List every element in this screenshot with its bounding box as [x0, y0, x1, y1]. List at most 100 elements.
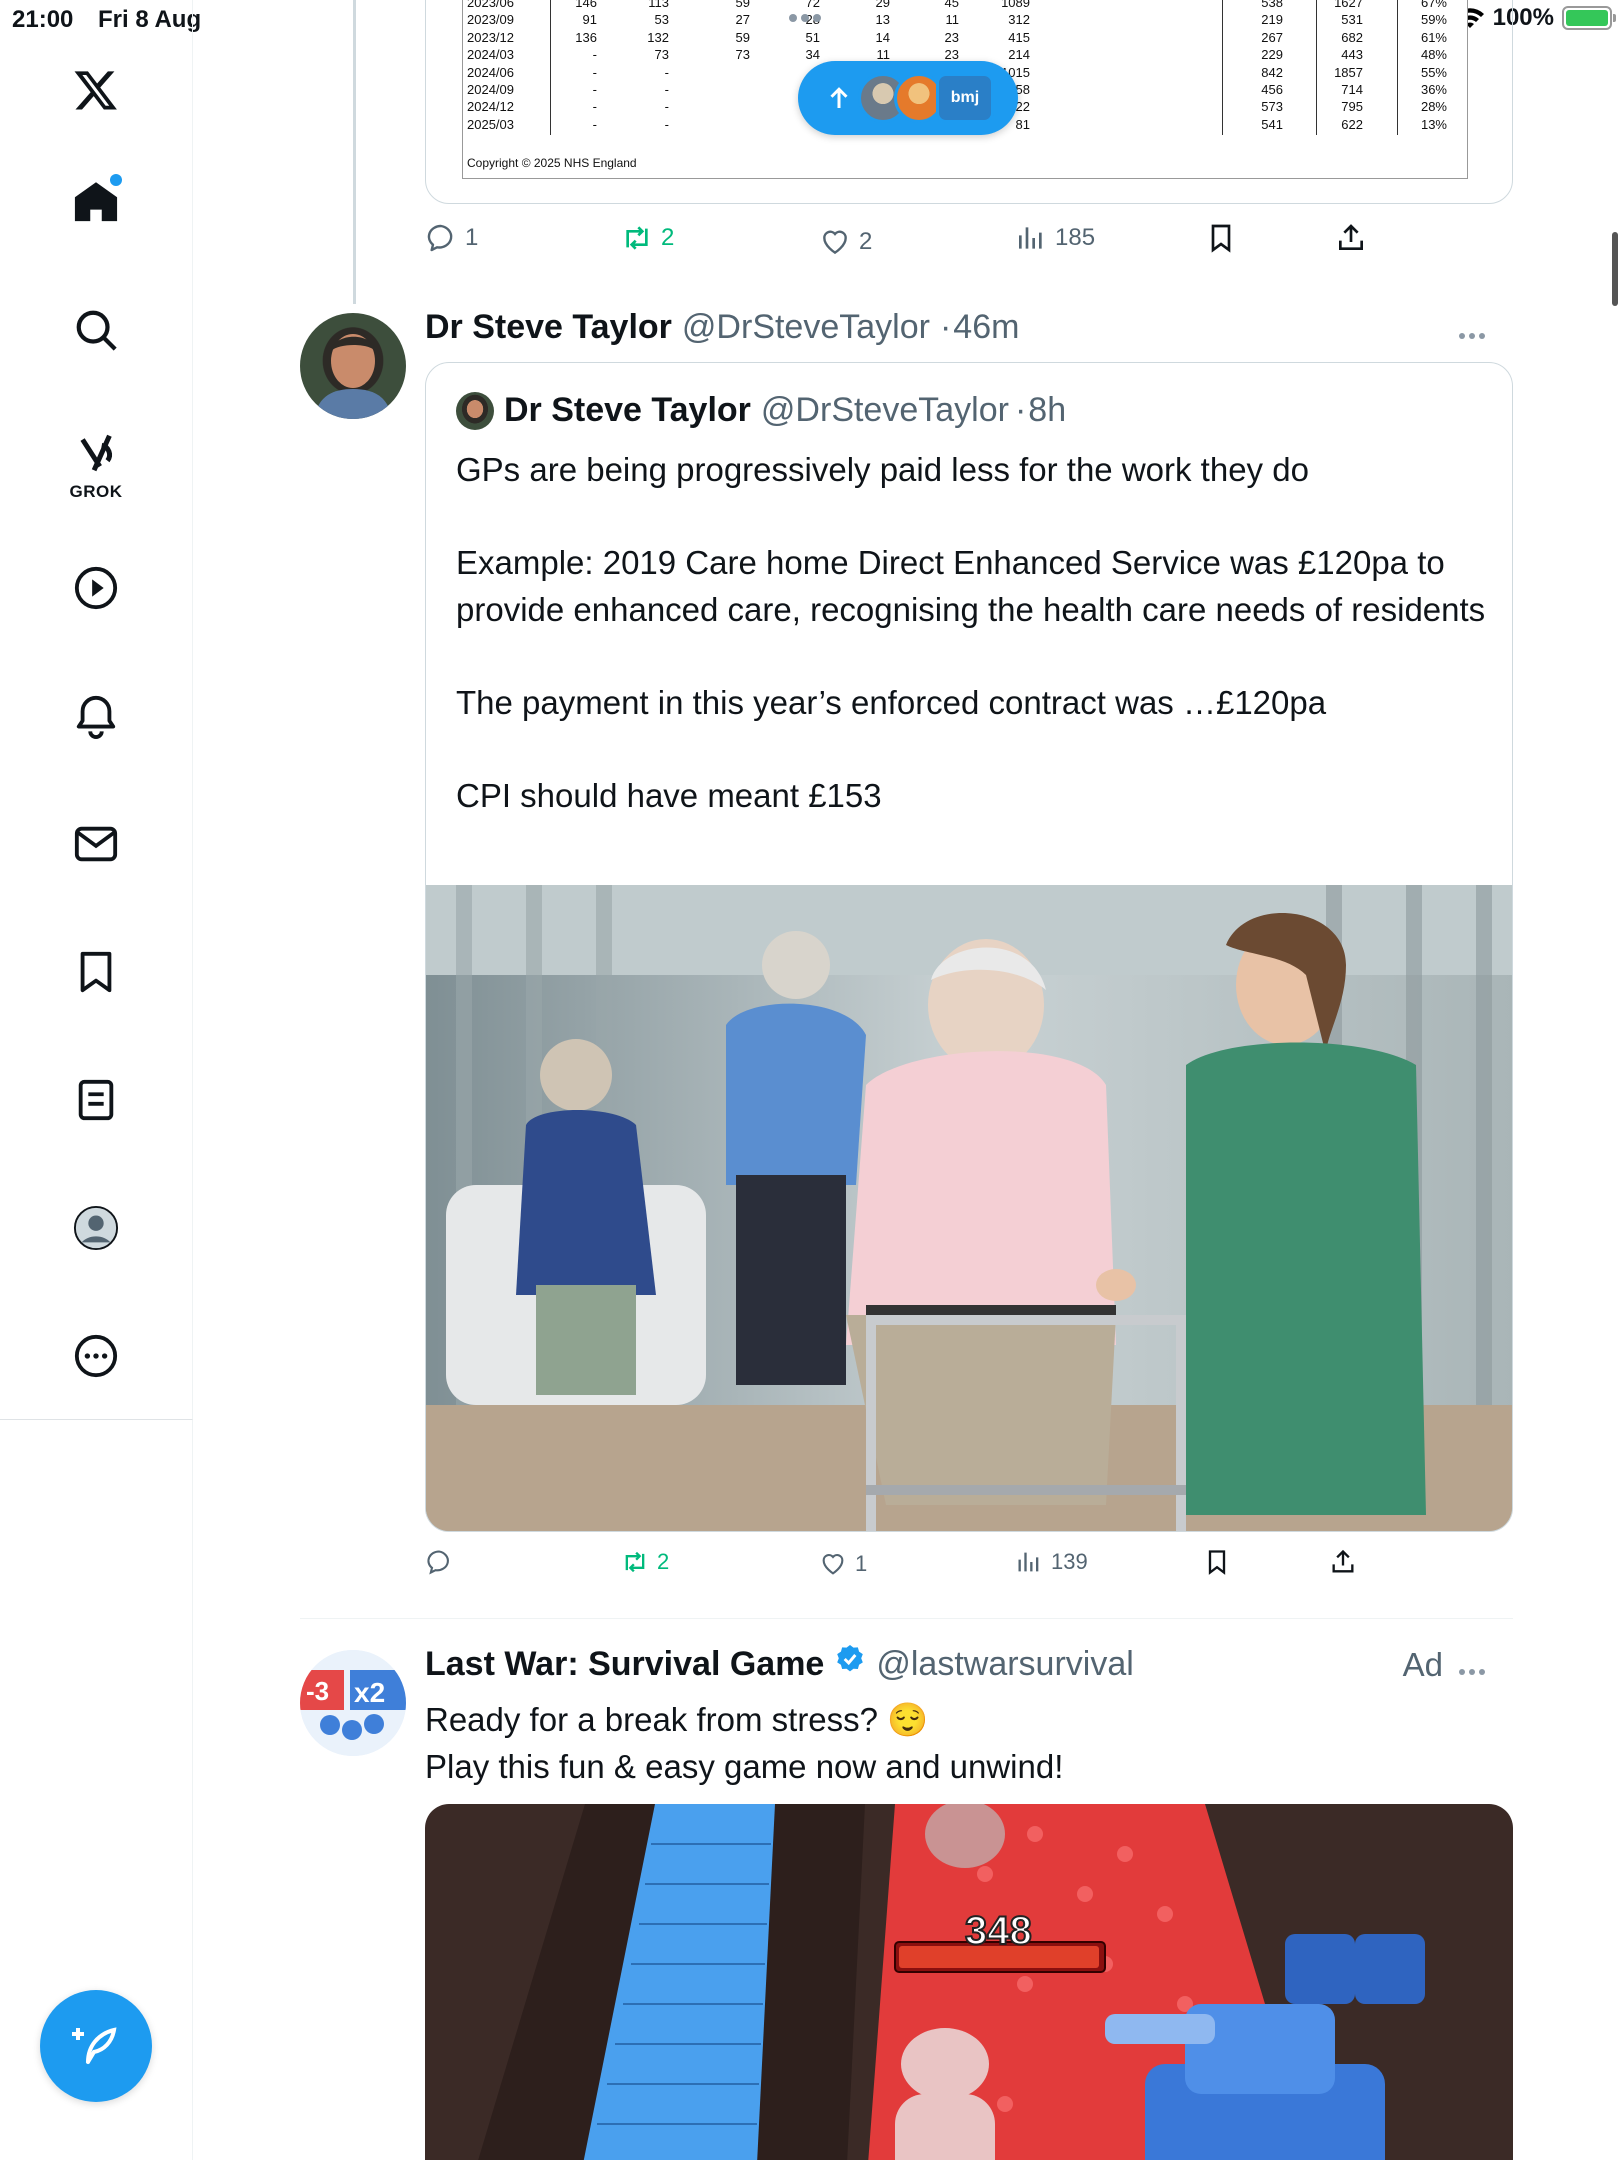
- table-cell: 113: [648, 0, 669, 10]
- views-button[interactable]: 185: [1015, 222, 1095, 254]
- quote-author-handle: @DrSteveTaylor: [760, 391, 1009, 429]
- table-cell: 2024/03: [467, 47, 514, 63]
- avatar-badge-right: x2: [354, 1677, 385, 1708]
- views-icon: [1018, 1552, 1039, 1572]
- timeline: 2023/06 146 113 59 72 29 45 1089 538 1627 67% 2023/…: [193, 0, 1513, 2160]
- sidebar-item-messages[interactable]: [56, 804, 136, 884]
- table-cell: -: [664, 81, 669, 97]
- table-cell: 443: [1341, 47, 1363, 63]
- table-cell: -: [592, 99, 597, 115]
- table-cell: 312: [1008, 12, 1030, 28]
- bookmark-button[interactable]: [1205, 222, 1237, 254]
- author-name[interactable]: Dr Steve Taylor: [425, 308, 672, 347]
- tweet-timestamp[interactable]: 46m: [953, 308, 1019, 347]
- table-cell: 14: [875, 29, 890, 45]
- copyright-text: Copyright © 2025 NHS England: [467, 156, 637, 170]
- like-count: 1: [855, 1551, 868, 1576]
- reply-button[interactable]: 1: [425, 222, 478, 254]
- table-cell: 714: [1341, 81, 1363, 97]
- table-cell: 267: [1261, 29, 1283, 45]
- more-options-button[interactable]: [1459, 1662, 1493, 1675]
- avatar[interactable]: -3 x2: [300, 1650, 406, 1756]
- home-icon: [74, 182, 118, 222]
- heart-icon: [823, 230, 847, 255]
- reply-count: 1: [465, 224, 479, 251]
- search-icon: [76, 310, 117, 351]
- sidebar-item-lists[interactable]: [56, 1060, 136, 1140]
- views-icon: [1019, 227, 1042, 249]
- list-icon: [78, 1079, 114, 1121]
- table-cell: 29: [875, 0, 890, 10]
- like-button[interactable]: 1: [819, 1550, 867, 1578]
- game-illustration: +2 348: [425, 1804, 1513, 2160]
- sidebar-item-notifications[interactable]: [56, 676, 136, 756]
- bmj-avatar: bmj: [936, 73, 994, 123]
- sidebar-item-bookmarks[interactable]: [56, 932, 136, 1012]
- play-icon: [74, 566, 118, 610]
- sidebar-item-video[interactable]: [56, 548, 136, 628]
- table-cell: 13: [875, 12, 890, 28]
- views-button[interactable]: 139: [1015, 1548, 1088, 1576]
- author-handle[interactable]: @DrSteveTaylor: [682, 308, 930, 347]
- tweet-divider: [300, 1618, 1513, 1619]
- avatar[interactable]: [300, 313, 406, 419]
- table-cell: 48%: [1420, 47, 1447, 63]
- mail-icon: [74, 826, 118, 862]
- share-button[interactable]: [1329, 1548, 1357, 1576]
- tweet-header: Last War: Survival Game @lastwarsurvival: [425, 1643, 1134, 1684]
- more-options-button[interactable]: [1459, 326, 1493, 339]
- ad-label: Ad: [1402, 1646, 1443, 1683]
- table-cell: 23: [944, 29, 959, 45]
- repost-button[interactable]: 2: [621, 1548, 669, 1576]
- bookmark-button[interactable]: [1203, 1548, 1231, 1576]
- photo-illustration: [426, 885, 1512, 1531]
- quote-header: Dr Steve Taylor @DrSteveTaylor · 8h: [456, 391, 1066, 430]
- table-cell: 531: [1341, 12, 1363, 28]
- sidebar-item-grok[interactable]: GROK: [56, 416, 136, 506]
- table-cell: 2024/06: [467, 64, 514, 80]
- table-cell: 1857: [1334, 64, 1363, 80]
- table-cell: -: [592, 81, 597, 97]
- table-cell: 59%: [1420, 12, 1447, 28]
- bookmark-icon: [80, 951, 112, 993]
- compose-icon: [72, 2027, 117, 2064]
- table-cell: 415: [1008, 29, 1030, 45]
- arrow-up-icon: [830, 87, 848, 108]
- x-logo-icon[interactable]: [56, 50, 136, 130]
- table-cell: 23: [944, 47, 959, 63]
- quote-tweet-card[interactable]: Dr Steve Taylor @DrSteveTaylor · 8h GPs …: [425, 362, 1513, 1532]
- compose-button[interactable]: [40, 1990, 152, 2102]
- table-cell: 72: [805, 0, 820, 10]
- share-button[interactable]: [1335, 222, 1367, 254]
- quote-text: GPs are being progressively paid less fo…: [456, 451, 1486, 814]
- repost-button[interactable]: 2: [621, 222, 674, 254]
- sidebar-item-explore[interactable]: [56, 290, 136, 370]
- table-cell: 28%: [1420, 99, 1447, 115]
- table-cell: -: [664, 116, 669, 132]
- sidebar-item-home[interactable]: [56, 162, 136, 242]
- table-cell: 541: [1261, 116, 1283, 132]
- quote-author-name: Dr Steve Taylor: [504, 391, 751, 429]
- new-posts-pill[interactable]: bmj: [798, 61, 1018, 135]
- sidebar-item-profile[interactable]: [56, 1188, 136, 1268]
- table-cell: 59: [735, 29, 750, 45]
- care-home-photo[interactable]: [426, 885, 1512, 1531]
- scrollbar[interactable]: [1612, 232, 1618, 306]
- sidebar-item-more[interactable]: [56, 1316, 136, 1396]
- author-name[interactable]: Last War: Survival Game: [425, 1645, 824, 1684]
- reply-icon: [427, 1550, 449, 1575]
- person-portrait: [314, 334, 392, 419]
- reply-button[interactable]: [425, 1548, 461, 1576]
- table-cell: -: [592, 64, 597, 80]
- table-cell: 1089: [1001, 0, 1030, 10]
- battery-icon: [1562, 6, 1616, 30]
- heart-icon: [822, 1554, 844, 1575]
- share-icon: [1339, 224, 1363, 250]
- sidebar: GROK: [0, 0, 193, 1420]
- game-badge: +2: [655, 2150, 723, 2160]
- like-button[interactable]: 2: [819, 226, 872, 258]
- game-ad-image[interactable]: +2 348: [425, 1804, 1513, 2160]
- table-row: 2023/0991532728131131221953159%: [463, 12, 1467, 29]
- author-handle[interactable]: @lastwarsurvival: [876, 1645, 1133, 1684]
- table-cell: 34: [805, 47, 820, 63]
